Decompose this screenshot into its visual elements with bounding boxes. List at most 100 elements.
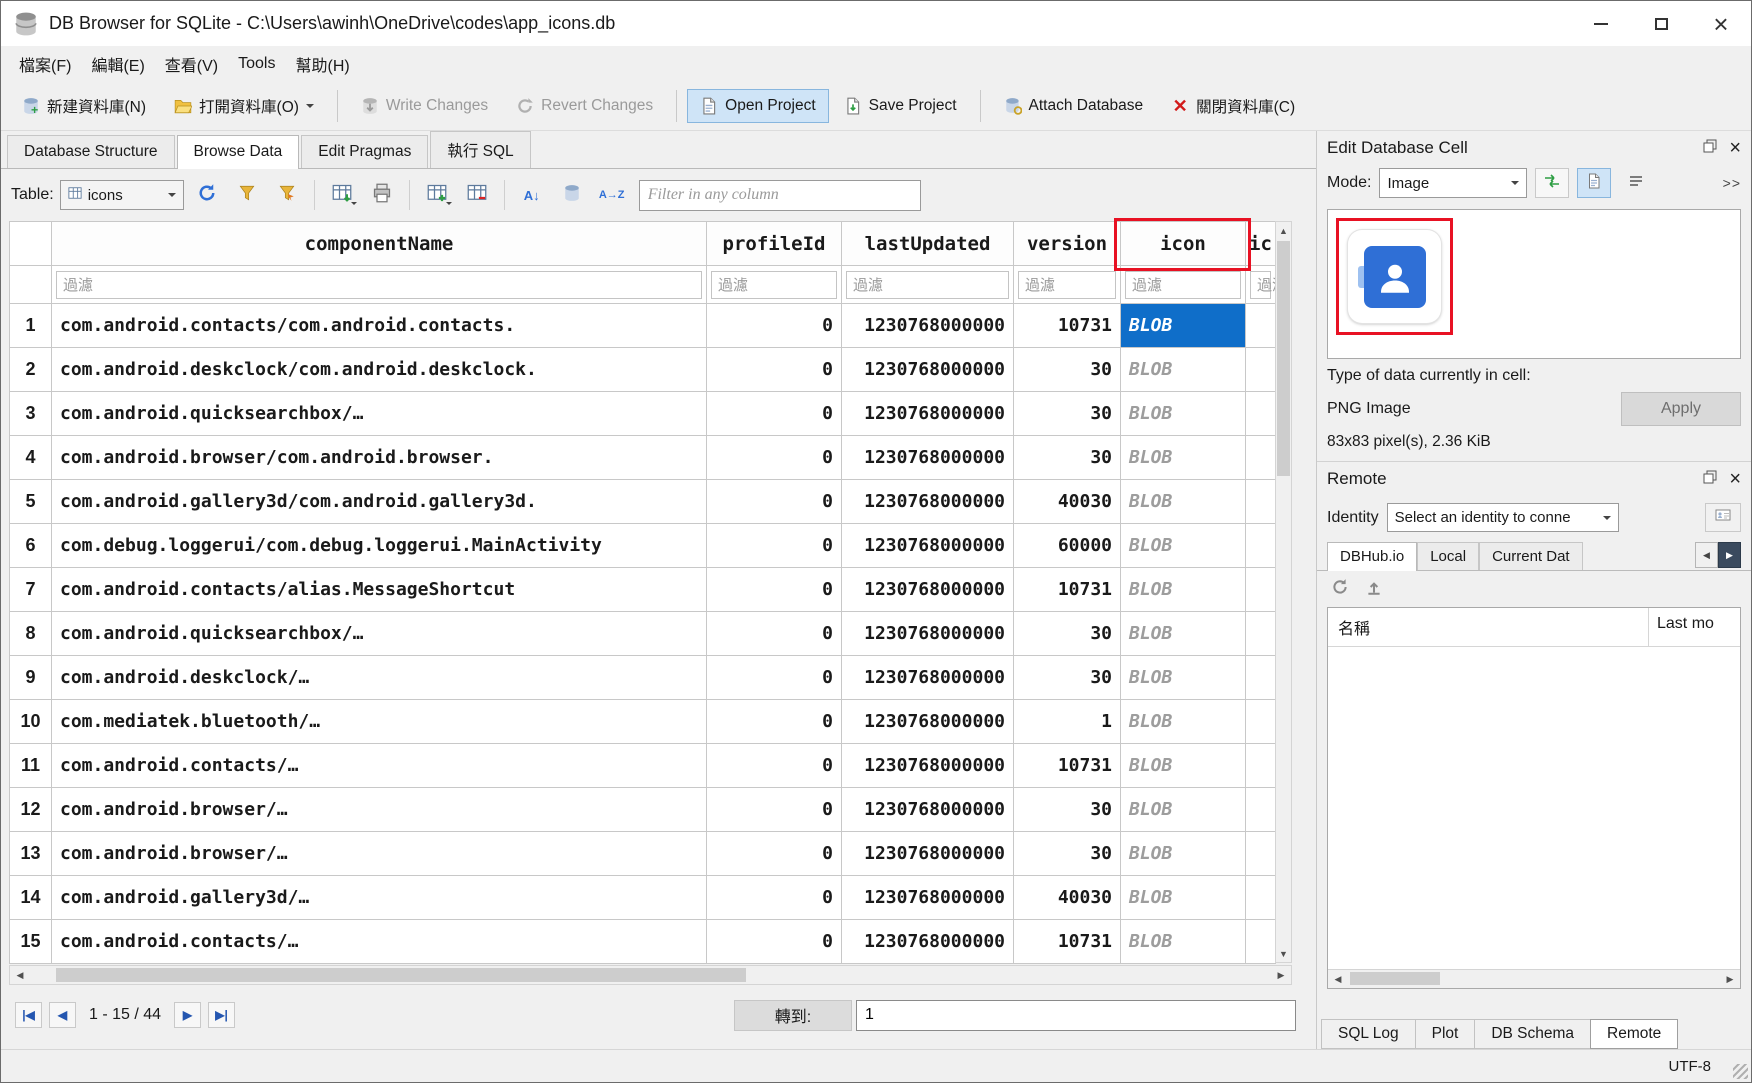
manage-identities-button[interactable] xyxy=(1705,503,1741,532)
cell-ic[interactable] xyxy=(1246,656,1276,700)
cell-componentName[interactable]: com.android.deskclock/com.android.deskcl… xyxy=(52,348,707,392)
menu-file[interactable]: 檔案(F) xyxy=(9,48,81,80)
tab-current-database[interactable]: Current Dat xyxy=(1479,542,1583,570)
tab-scroll-left-icon[interactable]: ◀ xyxy=(1695,542,1718,568)
tab-execute-sql[interactable]: 執行 SQL xyxy=(430,131,530,168)
scroll-down-icon[interactable]: ▼ xyxy=(1276,945,1291,962)
cell-componentName[interactable]: com.android.browser/com.android.browser. xyxy=(52,436,707,480)
refresh-button[interactable] xyxy=(190,179,224,211)
encoding-label[interactable]: UTF-8 xyxy=(1669,1058,1712,1075)
cell-ic[interactable] xyxy=(1246,700,1276,744)
next-page-button[interactable]: ▶ xyxy=(174,1002,201,1028)
tab-sql-log[interactable]: SQL Log xyxy=(1321,1019,1416,1049)
cell-ic[interactable] xyxy=(1246,876,1276,920)
cell-componentName[interactable]: com.android.gallery3d/com.android.galler… xyxy=(52,480,707,524)
close-database-button[interactable]: ✕ 關閉資料庫(C) xyxy=(1158,87,1308,125)
tab-database-structure[interactable]: Database Structure xyxy=(7,135,175,168)
cell-ic[interactable] xyxy=(1246,744,1276,788)
cell-componentName[interactable]: com.android.quicksearchbox/… xyxy=(52,392,707,436)
row-number[interactable]: 14 xyxy=(10,876,52,920)
column-header-icon[interactable]: icon xyxy=(1121,222,1246,266)
text-view-button[interactable] xyxy=(1577,168,1611,198)
cell-version[interactable]: 30 xyxy=(1014,348,1121,392)
cell-componentName[interactable]: com.mediatek.bluetooth/… xyxy=(52,700,707,744)
cell-lastUpdated[interactable]: 1230768000000 xyxy=(842,304,1014,348)
row-number[interactable]: 9 xyxy=(10,656,52,700)
row-number[interactable]: 1 xyxy=(10,304,52,348)
filter-input-icon[interactable]: 過濾 xyxy=(1125,271,1241,299)
cell-icon[interactable]: BLOB xyxy=(1121,348,1246,392)
filter-any-column-input[interactable] xyxy=(639,180,921,211)
horizontal-scrollbar-thumb[interactable] xyxy=(1350,972,1440,985)
open-database-dropdown-icon[interactable] xyxy=(306,104,314,112)
cell-lastUpdated[interactable]: 1230768000000 xyxy=(842,392,1014,436)
menu-view[interactable]: 查看(V) xyxy=(155,48,228,80)
cell-profileId[interactable]: 0 xyxy=(707,392,842,436)
filter-input-componentName[interactable]: 過濾 xyxy=(56,271,702,299)
cell-version[interactable]: 10731 xyxy=(1014,304,1121,348)
print-button[interactable] xyxy=(365,179,399,211)
save-project-button[interactable]: Save Project xyxy=(831,89,970,123)
new-database-button[interactable]: + 新建資料庫(N) xyxy=(9,87,159,125)
row-number[interactable]: 7 xyxy=(10,568,52,612)
cell-componentName[interactable]: com.android.contacts/… xyxy=(52,920,707,964)
cell-icon[interactable]: BLOB xyxy=(1121,832,1246,876)
sort-az-button[interactable]: A→Z xyxy=(595,179,629,211)
cell-version[interactable]: 1 xyxy=(1014,700,1121,744)
cell-ic[interactable] xyxy=(1246,348,1276,392)
attach-database-button[interactable]: Attach Database xyxy=(991,89,1157,123)
cell-ic[interactable] xyxy=(1246,436,1276,480)
column-header-lastUpdated[interactable]: lastUpdated xyxy=(842,222,1014,266)
cell-profileId[interactable]: 0 xyxy=(707,304,842,348)
open-project-button[interactable]: Open Project xyxy=(687,89,828,123)
table-select[interactable]: icons xyxy=(60,180,184,210)
row-number[interactable]: 3 xyxy=(10,392,52,436)
cell-componentName[interactable]: com.android.deskclock/… xyxy=(52,656,707,700)
cell-version[interactable]: 30 xyxy=(1014,788,1121,832)
cell-icon[interactable]: BLOB xyxy=(1121,876,1246,920)
menu-tools[interactable]: Tools xyxy=(228,51,285,77)
column-header-version[interactable]: version xyxy=(1014,222,1121,266)
filter-input-version[interactable]: 過濾 xyxy=(1018,271,1116,299)
cell-icon[interactable]: BLOB xyxy=(1121,788,1246,832)
cell-lastUpdated[interactable]: 1230768000000 xyxy=(842,568,1014,612)
cell-icon[interactable]: BLOB xyxy=(1121,700,1246,744)
cell-lastUpdated[interactable]: 1230768000000 xyxy=(842,832,1014,876)
identity-select[interactable]: Select an identity to conne xyxy=(1387,503,1619,532)
cell-lastUpdated[interactable]: 1230768000000 xyxy=(842,348,1014,392)
cell-profileId[interactable]: 0 xyxy=(707,348,842,392)
filter-input-ic[interactable]: 過濾 xyxy=(1250,271,1271,299)
cell-componentName[interactable]: com.android.contacts/… xyxy=(52,744,707,788)
cell-version[interactable]: 10731 xyxy=(1014,920,1121,964)
menu-help[interactable]: 幫助(H) xyxy=(285,48,359,80)
minimize-button[interactable] xyxy=(1571,1,1631,46)
row-number-header[interactable] xyxy=(10,222,52,266)
cell-version[interactable]: 30 xyxy=(1014,612,1121,656)
cell-version[interactable]: 40030 xyxy=(1014,876,1121,920)
delete-record-button[interactable] xyxy=(460,179,494,211)
row-number[interactable]: 4 xyxy=(10,436,52,480)
row-number[interactable]: 13 xyxy=(10,832,52,876)
cell-ic[interactable] xyxy=(1246,480,1276,524)
cell-version[interactable]: 30 xyxy=(1014,832,1121,876)
cell-componentName[interactable]: com.android.quicksearchbox/… xyxy=(52,612,707,656)
cell-version[interactable]: 60000 xyxy=(1014,524,1121,568)
cell-icon[interactable]: BLOB xyxy=(1121,304,1246,348)
mode-select[interactable]: Image xyxy=(1379,168,1527,198)
cell-profileId[interactable]: 0 xyxy=(707,568,842,612)
cell-ic[interactable] xyxy=(1246,392,1276,436)
cell-lastUpdated[interactable]: 1230768000000 xyxy=(842,744,1014,788)
cell-componentName[interactable]: com.android.browser/… xyxy=(52,788,707,832)
column-header-name[interactable]: 名稱 xyxy=(1328,608,1648,646)
scroll-up-icon[interactable]: ▲ xyxy=(1276,222,1291,239)
revert-changes-button[interactable]: Revert Changes xyxy=(503,89,666,123)
cell-version[interactable]: 40030 xyxy=(1014,480,1121,524)
row-number[interactable]: 5 xyxy=(10,480,52,524)
cell-icon[interactable]: BLOB xyxy=(1121,392,1246,436)
column-header-profileId[interactable]: profileId xyxy=(707,222,842,266)
cell-version[interactable]: 10731 xyxy=(1014,744,1121,788)
cell-lastUpdated[interactable]: 1230768000000 xyxy=(842,656,1014,700)
previous-page-button[interactable]: ◀ xyxy=(49,1002,76,1028)
row-number[interactable]: 6 xyxy=(10,524,52,568)
cell-version[interactable]: 30 xyxy=(1014,436,1121,480)
